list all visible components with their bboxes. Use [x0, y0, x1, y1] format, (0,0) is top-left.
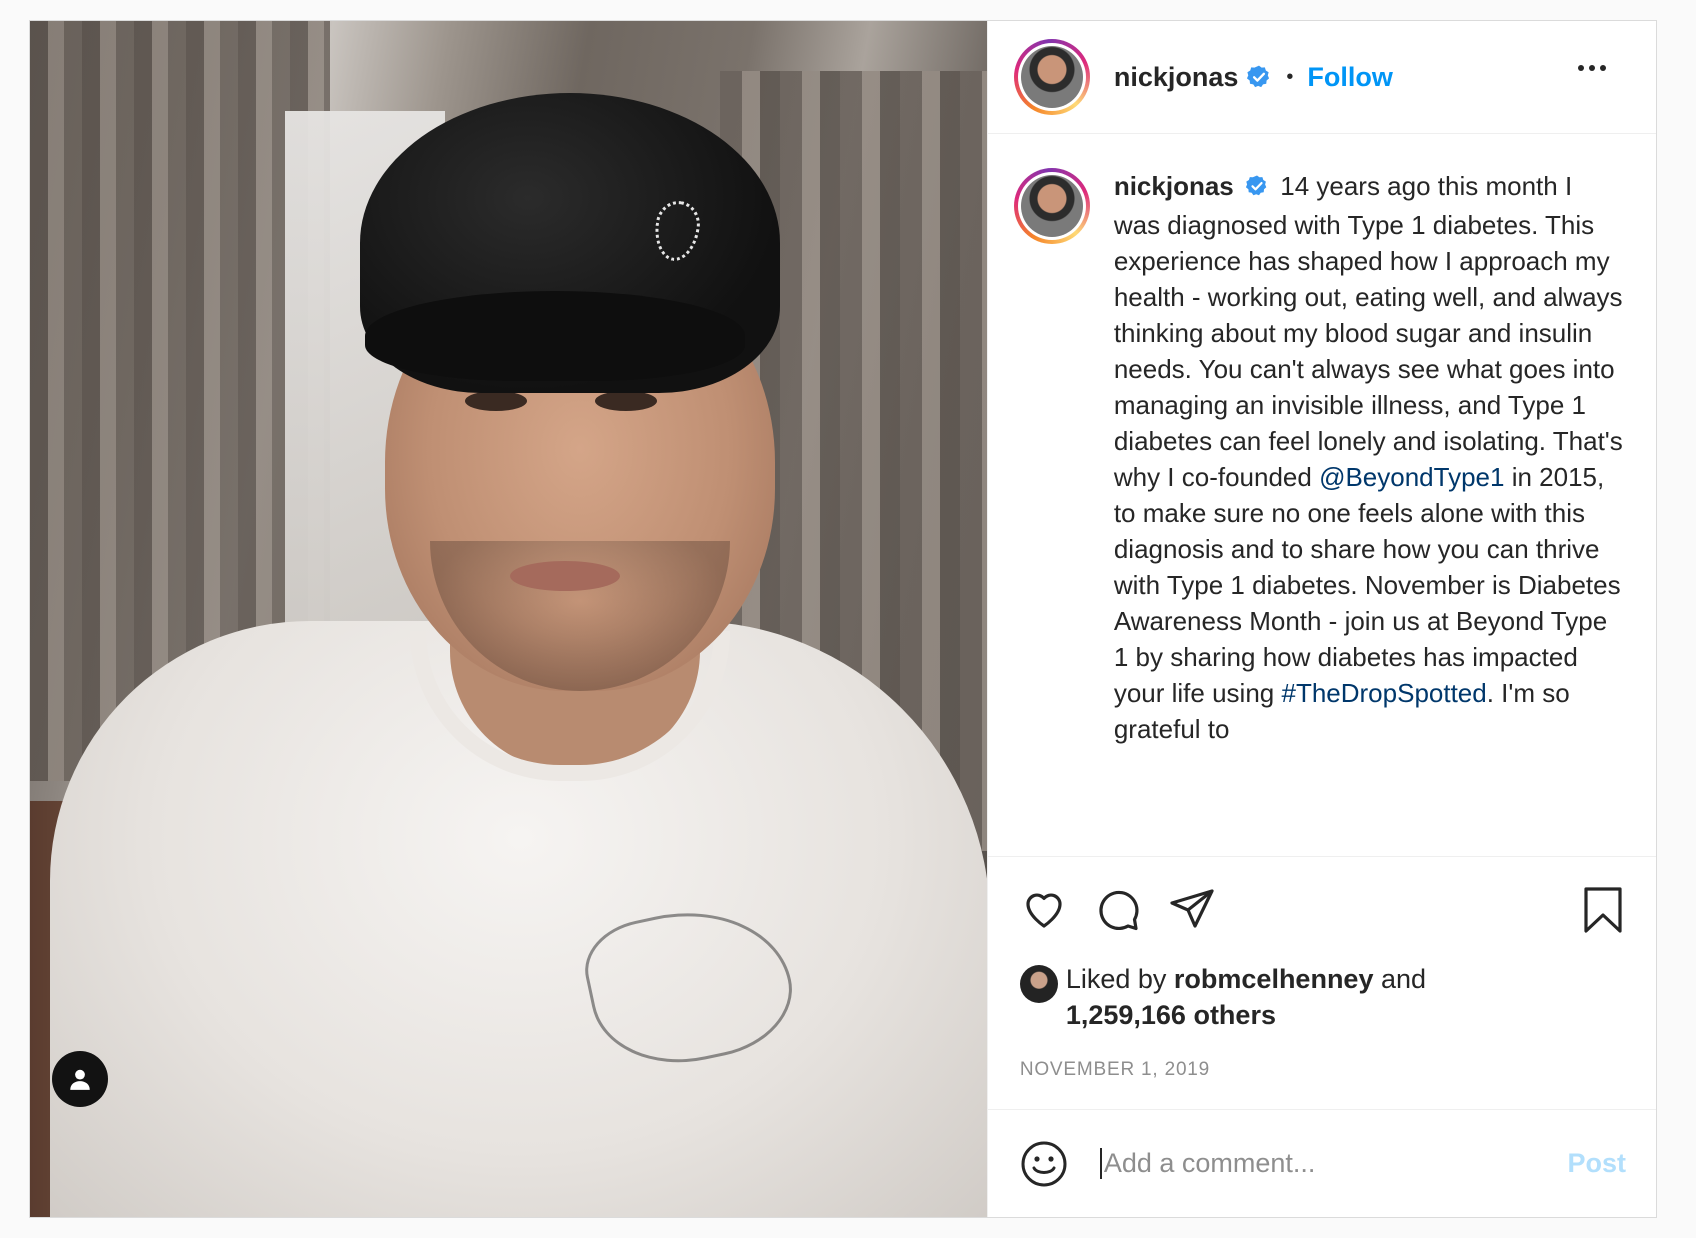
action-bar [988, 857, 1656, 961]
photo-cap-brim [365, 291, 745, 381]
post-dialog: nickjonas • Follow nickjonas 14 years ag… [29, 20, 1657, 1218]
hashtag-link[interactable]: #TheDropSpotted [1281, 678, 1486, 708]
post-photo[interactable] [30, 21, 987, 1217]
emoji-smile-icon[interactable] [1020, 1140, 1068, 1188]
post-comment-button[interactable]: Post [1567, 1148, 1626, 1179]
mention-link[interactable]: @BeyondType1 [1319, 462, 1504, 492]
liker-avatar[interactable] [1019, 965, 1058, 1003]
verified-badge-icon [1245, 171, 1269, 207]
comment-input[interactable] [1099, 1148, 1568, 1179]
post-header: nickjonas • Follow [987, 21, 1656, 134]
follow-button[interactable]: Follow [1307, 62, 1392, 93]
heart-icon[interactable] [1020, 885, 1068, 933]
header-username[interactable]: nickjonas [1114, 62, 1239, 93]
caption: nickjonas 14 years ago this month I was … [1013, 168, 1626, 747]
comment-bar: Post [987, 1109, 1656, 1217]
likes-count[interactable]: 1,259,166 others [1066, 1000, 1276, 1030]
bookmark-icon[interactable] [1580, 885, 1626, 940]
post-date[interactable]: NOVEMBER 1, 2019 [988, 1059, 1656, 1081]
likes-conjunction: and [1373, 964, 1427, 994]
comment-bubble-icon[interactable] [1094, 885, 1142, 933]
avatar[interactable] [1013, 39, 1090, 115]
paper-plane-icon[interactable] [1168, 885, 1216, 933]
avatar-image [1020, 46, 1083, 108]
photo-lips [510, 561, 620, 591]
photo-eye-left [465, 391, 527, 411]
likes-prefix: Liked by [1065, 964, 1174, 994]
likes-summary: Liked by robmcelhenney and 1,259,166 oth… [988, 961, 1656, 1033]
caption-avatar-image [1020, 175, 1083, 237]
more-options-icon[interactable] [1578, 65, 1606, 71]
caption-username[interactable]: nickjonas [1114, 171, 1234, 201]
verified-badge-icon [1246, 64, 1272, 90]
caption-body-2: in 2015, to make sure no one feels alone… [1113, 462, 1621, 708]
caption-area: nickjonas 14 years ago this month I was … [987, 134, 1656, 857]
header-separator: • [1286, 65, 1294, 88]
caption-avatar[interactable] [1013, 168, 1090, 244]
user-tag-icon[interactable] [52, 1051, 108, 1107]
caption-text: nickjonas 14 years ago this month I was … [1114, 168, 1624, 747]
caption-body-1: 14 years ago this month I was diagnosed … [1113, 171, 1623, 492]
liker-username[interactable]: robmcelhenney [1174, 964, 1374, 994]
post-sidebar: nickjonas • Follow nickjonas 14 years ag… [986, 21, 1656, 1217]
photo-eye-right [595, 391, 657, 411]
likes-text: Liked by robmcelhenney and 1,259,166 oth… [1066, 961, 1426, 1033]
